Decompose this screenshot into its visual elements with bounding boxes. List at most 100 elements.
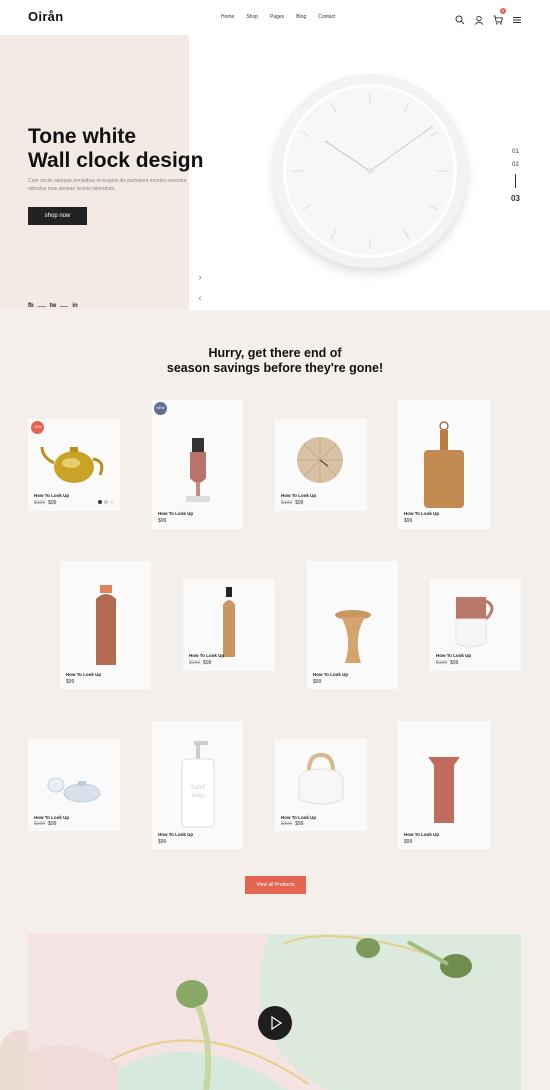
vase-image xyxy=(428,757,460,823)
product-price: $99 xyxy=(158,839,166,845)
nav-pages[interactable]: Pages xyxy=(270,14,284,20)
new-badge: NEW xyxy=(154,402,167,415)
product-name[interactable]: How To Look Up xyxy=(34,493,69,498)
jug-image xyxy=(455,597,494,648)
site-header: Oirån Home Shop Pages Blog Contact 0 xyxy=(0,0,550,35)
product-price: $100 $99 xyxy=(34,821,56,827)
slide-indicator-1[interactable]: 01 xyxy=(511,146,520,159)
product-card[interactable]: How To Look Up $100 $99 xyxy=(430,579,521,671)
product-price: $99 xyxy=(158,518,166,524)
pager-line xyxy=(514,174,516,188)
product-name[interactable]: How To Look Up xyxy=(158,832,193,837)
wood-stand-image xyxy=(335,610,371,663)
product-name[interactable]: How To Look Up xyxy=(281,815,316,820)
cart-icon[interactable]: 0 xyxy=(493,8,506,25)
nav-shop[interactable]: Shop xyxy=(246,14,258,20)
product-name[interactable]: How To Look Up xyxy=(404,832,439,837)
product-name[interactable]: How To Look Up xyxy=(66,672,101,677)
shop-now-button[interactable]: shop now xyxy=(28,207,87,225)
menu-icon[interactable] xyxy=(512,12,522,23)
old-price: $100 xyxy=(34,821,46,827)
kettle-image xyxy=(298,752,344,805)
search-icon[interactable] xyxy=(455,12,465,25)
swatch[interactable] xyxy=(104,500,108,504)
nav-home[interactable]: Home xyxy=(221,14,234,20)
current-price: $99 xyxy=(295,500,304,506)
discount-badge: -10% xyxy=(31,421,44,434)
hero-description: Cum sociis natoque penatibus et magnis d… xyxy=(28,178,187,192)
section-title: Hurry, get there end of season savings b… xyxy=(0,346,550,376)
current-price: $99 xyxy=(450,660,459,666)
current-price: $99 xyxy=(158,839,167,845)
product-name[interactable]: How To Look Up xyxy=(281,493,316,498)
teapot-image xyxy=(40,446,104,483)
section-title-line-2: season savings before they're gone! xyxy=(166,361,384,375)
current-price: $99 xyxy=(313,679,322,685)
product-card[interactable]: How To Look Up $99 xyxy=(398,721,490,849)
old-price: $100 xyxy=(281,500,293,506)
play-video-button[interactable] xyxy=(258,1006,292,1040)
nav-contact[interactable]: Contact xyxy=(318,14,335,20)
nav-blog[interactable]: Blog xyxy=(296,14,306,20)
product-card[interactable]: How To Look Up $99 xyxy=(307,561,398,689)
cart-count-badge: 0 xyxy=(500,8,506,14)
old-price: $100 xyxy=(436,660,448,666)
product-card[interactable]: How To Look Up $100 $99 xyxy=(28,419,120,511)
svg-text:soap: soap xyxy=(192,791,205,799)
user-icon[interactable] xyxy=(474,12,484,25)
next-slide-arrow-icon[interactable]: › xyxy=(189,269,211,287)
product-price: $99 xyxy=(313,679,321,685)
wood-bottle-image xyxy=(223,587,235,657)
section-title-line-1: Hurry, get there end of xyxy=(208,346,342,360)
social-links: fb tw in xyxy=(28,303,78,309)
current-price: $99 xyxy=(158,518,167,524)
product-card[interactable]: hand soap How To Look Up $99 xyxy=(152,721,243,849)
product-card[interactable]: How To Look Up $100 $99 xyxy=(28,739,120,831)
slide-indicator-2[interactable]: 02 xyxy=(511,159,520,172)
product-name[interactable]: How To Look Up xyxy=(313,672,348,677)
social-facebook-link[interactable]: fb xyxy=(28,303,34,309)
bottle-image xyxy=(96,585,116,665)
product-card[interactable]: How To Look Up $99 xyxy=(60,561,151,689)
cutting-board-image xyxy=(424,421,464,508)
product-name[interactable]: How To Look Up xyxy=(158,511,193,516)
product-name[interactable]: How To Look Up xyxy=(404,511,439,516)
grinder-image xyxy=(186,438,210,502)
product-name[interactable]: How To Look Up xyxy=(436,653,471,658)
current-price: $99 xyxy=(203,660,212,666)
view-all-products-button[interactable]: View all Products xyxy=(245,876,306,894)
product-price: $100 $99 xyxy=(281,500,303,506)
product-price: $99 xyxy=(404,839,412,845)
soap-dispenser-image: hand soap xyxy=(181,741,215,828)
product-card[interactable]: How To Look Up $100 $99 xyxy=(275,739,367,831)
divider xyxy=(37,305,46,307)
product-card[interactable]: How To Look Up $100 $99 xyxy=(183,579,275,671)
social-twitter-link[interactable]: tw xyxy=(50,303,57,309)
product-price: $99 xyxy=(66,679,74,685)
product-price: $100 $99 xyxy=(436,660,458,666)
main-nav: Home Shop Pages Blog Contact xyxy=(221,14,335,20)
product-name[interactable]: How To Look Up xyxy=(34,815,69,820)
slide-pager: 01 02 03 xyxy=(511,146,520,205)
current-price: $99 xyxy=(404,839,413,845)
current-price: $99 xyxy=(48,500,57,506)
product-card[interactable]: How To Look Up $99 xyxy=(398,400,490,529)
social-instagram-link[interactable]: in xyxy=(72,303,77,309)
product-price: $100 $99 xyxy=(189,660,211,666)
prev-slide-arrow-icon[interactable]: ‹ xyxy=(189,290,211,308)
product-card[interactable]: How To Look Up $100 $99 xyxy=(275,419,367,511)
product-card[interactable]: How To Look Up $99 xyxy=(152,400,243,529)
slide-indicator-3[interactable]: 03 xyxy=(511,192,520,205)
swatch[interactable] xyxy=(110,500,114,504)
divider xyxy=(60,305,69,307)
product-name[interactable]: How To Look Up xyxy=(189,653,224,658)
site-logo[interactable]: Oirån xyxy=(28,9,63,24)
product-price: $100 $99 xyxy=(281,821,303,827)
svg-text:hand: hand xyxy=(191,783,205,791)
old-price: $100 xyxy=(189,660,201,666)
tea-set-image xyxy=(47,777,101,803)
swatch[interactable] xyxy=(98,500,102,504)
current-price: $99 xyxy=(48,821,57,827)
current-price: $99 xyxy=(66,679,75,685)
wall-clock-image xyxy=(273,74,467,268)
